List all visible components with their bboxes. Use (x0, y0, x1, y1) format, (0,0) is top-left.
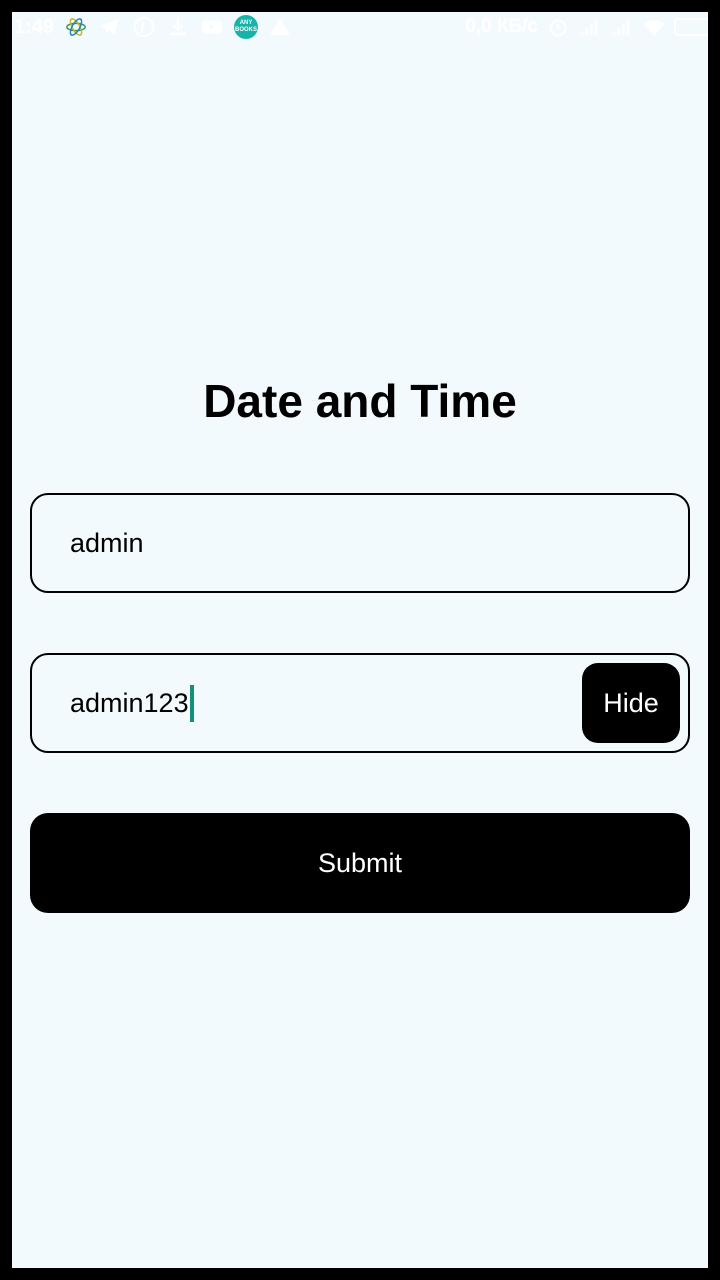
signal-icon (578, 15, 602, 39)
wifi-icon (642, 15, 666, 39)
anybooks-top-text: ANY (239, 20, 253, 26)
password-value: admin123 (70, 655, 194, 751)
network-speed: 0,0 КБ/с (465, 16, 538, 37)
atom-icon (64, 15, 88, 39)
password-input[interactable]: admin123 Hide (30, 653, 690, 753)
youtube-icon (200, 15, 224, 39)
alarm-icon (546, 15, 570, 39)
signal-icon (610, 15, 634, 39)
pinterest-icon (132, 15, 156, 39)
page-title: Date and Time (203, 375, 517, 427)
telegram-icon (98, 15, 122, 39)
status-bar-right: 0,0 КБ/с (465, 15, 708, 39)
username-value: admin (70, 495, 144, 591)
text-cursor (189, 684, 194, 722)
submit-button[interactable]: Submit (30, 813, 690, 913)
anybooks-bottom-text: BOOKS (235, 27, 258, 33)
status-bar: 1:49 ANY BOOKS 0,0 КБ/с (12, 12, 708, 42)
app-screen: 1:49 ANY BOOKS 0,0 КБ/с Date and Time ad… (0, 0, 720, 1280)
status-time: 1:49 (14, 15, 55, 38)
battery-icon (674, 18, 708, 36)
anybooks-icon: ANY BOOKS (234, 15, 259, 39)
status-bar-left: 1:49 ANY BOOKS (14, 15, 292, 39)
hide-password-button[interactable]: Hide (582, 663, 680, 743)
password-text: admin123 (70, 688, 189, 718)
warning-icon (268, 15, 292, 39)
username-input[interactable]: admin (30, 493, 690, 593)
username-text: admin (70, 528, 144, 558)
download-icon (166, 15, 190, 39)
